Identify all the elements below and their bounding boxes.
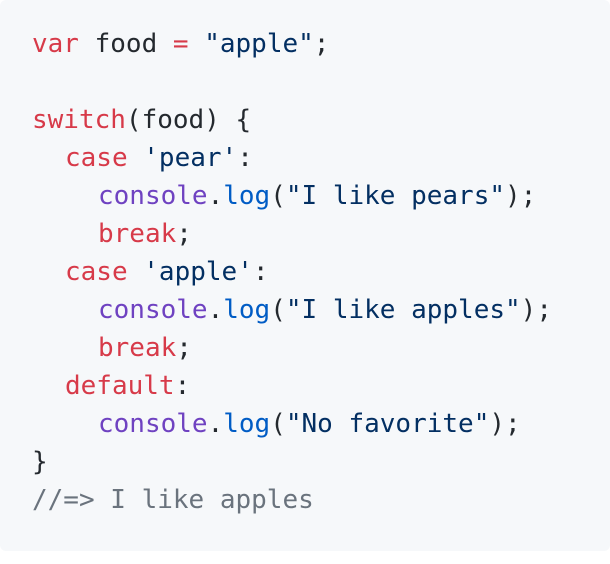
code-line-5: console.log("I like pears"); [32, 177, 610, 215]
keyword-case: case [65, 143, 128, 173]
code-block: var food = "apple"; switch(food) { case … [0, 0, 610, 551]
close-paren: ); [520, 295, 552, 325]
dot: . [207, 295, 224, 325]
dot: . [207, 181, 224, 211]
keyword-break: break [98, 219, 177, 249]
output-comment: //=> I like apples [32, 485, 314, 515]
code-line-8: console.log("I like apples"); [32, 291, 610, 329]
string-literal: "No favorite" [285, 409, 490, 439]
keyword-case: case [65, 257, 128, 287]
close-paren: ); [489, 409, 521, 439]
code-line-4: case 'pear': [32, 139, 610, 177]
keyword-break: break [98, 333, 177, 363]
keyword-default: default [65, 371, 175, 401]
log-method: log [223, 409, 271, 439]
console-object: console [98, 409, 208, 439]
code-line-10: default: [32, 367, 610, 405]
string-literal: "I like pears" [285, 181, 506, 211]
closing-brace: } [32, 447, 48, 477]
string-literal: 'apple' [143, 257, 253, 287]
colon: : [252, 257, 269, 287]
code-line-1: var food = "apple"; [32, 25, 610, 63]
console-object: console [98, 295, 208, 325]
keyword-var: var [32, 29, 79, 59]
code-line-6: break; [32, 215, 610, 253]
keyword-switch: switch [32, 105, 126, 135]
code-line-2-blank [32, 63, 610, 101]
identifier-food: food [78, 29, 173, 59]
log-method: log [223, 295, 271, 325]
close-paren: ); [505, 181, 537, 211]
log-method: log [223, 181, 271, 211]
string-literal: 'pear' [143, 143, 238, 173]
assignment-operator: = [172, 29, 189, 59]
code-line-12: } [32, 443, 610, 481]
open-paren: ( [270, 295, 286, 325]
code-line-7: case 'apple': [32, 253, 610, 291]
console-object: console [98, 181, 208, 211]
code-line-9: break; [32, 329, 610, 367]
string-literal: "apple" [204, 29, 314, 59]
code-line-11: console.log("No favorite"); [32, 405, 610, 443]
semicolon: ; [176, 333, 192, 363]
code-line-3: switch(food) { [32, 101, 610, 139]
semicolon: ; [313, 29, 330, 59]
colon: : [174, 371, 191, 401]
semicolon: ; [176, 219, 192, 249]
string-literal: "I like apples" [285, 295, 521, 325]
open-paren: ( [270, 181, 286, 211]
code-line-13: //=> I like apples [32, 481, 610, 519]
dot: . [207, 409, 224, 439]
colon: : [237, 143, 253, 173]
open-paren: ( [270, 409, 286, 439]
switch-expression: (food) { [125, 105, 252, 135]
